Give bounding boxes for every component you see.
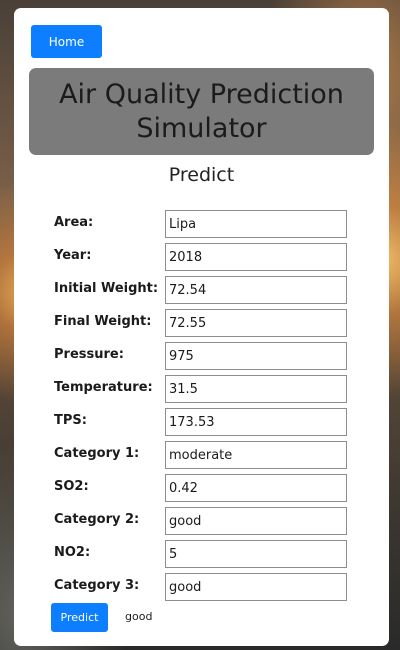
no2-label: NO2:: [54, 545, 91, 560]
home-button[interactable]: Home: [31, 25, 102, 58]
category-1-input[interactable]: [165, 441, 347, 469]
form-row-year: Year:: [54, 243, 349, 271]
form-row-so2: SO2:: [54, 474, 349, 502]
predict-button[interactable]: Predict: [51, 603, 108, 632]
form-heading: Predict: [168, 164, 235, 186]
category-1-label: Category 1:: [54, 446, 140, 461]
form-row-pressure: Pressure:: [54, 342, 349, 370]
year-input[interactable]: [165, 243, 347, 271]
temperature-label: Temperature:: [54, 380, 153, 395]
form-row-category-3: Category 3:: [54, 573, 349, 601]
category-3-label: Category 3:: [54, 578, 140, 593]
so2-label: SO2:: [54, 479, 89, 494]
form-row-initial-weight: Initial Weight:: [54, 276, 349, 304]
initial-weight-label: Initial Weight:: [54, 281, 159, 296]
category-2-label: Category 2:: [54, 512, 140, 527]
pressure-input[interactable]: [165, 342, 347, 370]
page-title: Air Quality Prediction Simulator: [59, 78, 344, 144]
form-row-area: Area:: [54, 210, 349, 238]
final-weight-label: Final Weight:: [54, 314, 152, 329]
form-row-category-2: Category 2:: [54, 507, 349, 535]
no2-input[interactable]: [165, 540, 347, 568]
form-row-no2: NO2:: [54, 540, 349, 568]
page-background: { "nav": { "home_label": "Home" }, "head…: [0, 0, 400, 650]
pressure-label: Pressure:: [54, 347, 124, 362]
area-label: Area:: [54, 215, 94, 230]
temperature-input[interactable]: [165, 375, 347, 403]
form-row-temperature: Temperature:: [54, 375, 349, 403]
initial-weight-input[interactable]: [165, 276, 347, 304]
year-label: Year:: [54, 248, 92, 263]
category-3-input[interactable]: [165, 573, 347, 601]
so2-input[interactable]: [165, 474, 347, 502]
title-banner: Air Quality Prediction Simulator: [29, 68, 374, 155]
form-row-category-1: Category 1:: [54, 441, 349, 469]
tps-input[interactable]: [165, 408, 347, 436]
form-row-tps: TPS:: [54, 408, 349, 436]
prediction-result: good: [125, 610, 153, 623]
main-card: Home Air Quality Prediction Simulator Pr…: [14, 8, 389, 646]
tps-label: TPS:: [54, 413, 87, 428]
form-row-final-weight: Final Weight:: [54, 309, 349, 337]
final-weight-input[interactable]: [165, 309, 347, 337]
area-input[interactable]: [165, 210, 347, 238]
category-2-input[interactable]: [165, 507, 347, 535]
